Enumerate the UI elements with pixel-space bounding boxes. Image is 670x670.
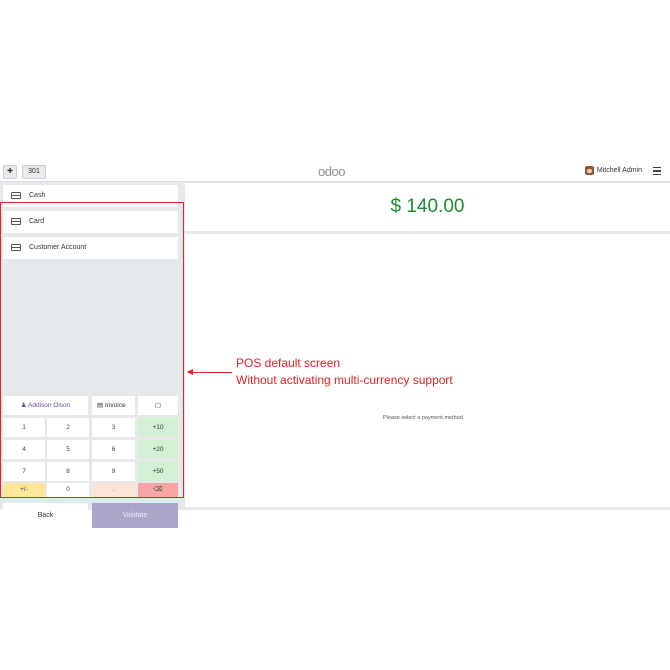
customer-button[interactable]: ♟ Addison Olson bbox=[3, 396, 88, 415]
backspace-icon[interactable]: ⌫ bbox=[138, 483, 178, 497]
pos-app: ✚ 301 odoo Mitchell Admin Cash Card Cust… bbox=[0, 162, 670, 528]
more-options-button[interactable]: ▢ bbox=[138, 396, 178, 415]
customer-account-icon bbox=[11, 244, 21, 251]
user-icon: ♟ bbox=[20, 402, 27, 409]
select-payment-hint: Please select a payment method bbox=[383, 415, 463, 421]
invoice-icon: ▤ bbox=[97, 402, 104, 409]
numpad-key-0[interactable]: 0 bbox=[47, 483, 89, 497]
top-bar: ✚ 301 odoo Mitchell Admin bbox=[0, 162, 670, 182]
annotation-line-2: Without activating multi-currency suppor… bbox=[236, 373, 453, 387]
numpad-key-2[interactable]: 2 bbox=[47, 418, 89, 437]
numpad-key-5[interactable]: 5 bbox=[47, 440, 89, 459]
invoice-label: Invoice bbox=[104, 402, 126, 409]
total-amount: $ 140.00 bbox=[185, 183, 670, 231]
plus-icon[interactable]: ✚ bbox=[3, 165, 17, 179]
payment-method-cash[interactable]: Cash bbox=[3, 185, 178, 207]
numpad-key-9[interactable]: 9 bbox=[92, 462, 135, 481]
numpad-key-decimal[interactable]: . bbox=[92, 483, 135, 497]
numpad-key-3[interactable]: 3 bbox=[92, 418, 135, 437]
annotation-arrow bbox=[187, 368, 232, 376]
numpad-key-8[interactable]: 8 bbox=[47, 462, 89, 481]
invoice-toggle[interactable]: ▤ Invoice bbox=[92, 396, 135, 415]
numpad-key-4[interactable]: 4 bbox=[3, 440, 45, 459]
user-name: Mitchell Admin bbox=[596, 167, 642, 174]
user-menu[interactable]: Mitchell Admin bbox=[584, 166, 642, 175]
annotation-text: POS default screen Without activating mu… bbox=[236, 355, 453, 389]
back-button[interactable]: Back bbox=[3, 503, 88, 528]
numpad-key-plus-minus[interactable]: +/- bbox=[3, 483, 45, 497]
card-icon bbox=[11, 218, 21, 225]
annotation-line-1: POS default screen bbox=[236, 356, 341, 370]
numpad-key-7[interactable]: 7 bbox=[3, 462, 45, 481]
numpad-key-plus20[interactable]: +20 bbox=[138, 440, 178, 459]
payment-method-customer-account[interactable]: Customer Account bbox=[3, 237, 178, 259]
hamburger-menu-icon[interactable] bbox=[653, 167, 661, 177]
payment-method-card[interactable]: Card bbox=[3, 211, 178, 233]
payment-left-panel: Cash Card Customer Account ♟ Addison Ols… bbox=[0, 183, 184, 528]
payment-method-label: Card bbox=[29, 218, 45, 225]
odoo-logo: odoo bbox=[318, 164, 345, 179]
avatar bbox=[584, 166, 594, 175]
circle-icon: ▢ bbox=[154, 402, 162, 409]
validate-button[interactable]: Validate bbox=[92, 503, 178, 528]
numpad-key-1[interactable]: 1 bbox=[3, 418, 45, 437]
numpad-key-plus50[interactable]: +50 bbox=[138, 462, 178, 481]
payment-method-label: Customer Account bbox=[29, 244, 87, 251]
cash-icon bbox=[11, 192, 21, 199]
payment-method-label: Cash bbox=[29, 192, 46, 199]
order-tab[interactable]: 301 bbox=[22, 165, 46, 179]
numpad-key-plus10[interactable]: +10 bbox=[138, 418, 178, 437]
customer-name: Addison Olson bbox=[28, 402, 71, 409]
numpad-key-6[interactable]: 6 bbox=[92, 440, 135, 459]
